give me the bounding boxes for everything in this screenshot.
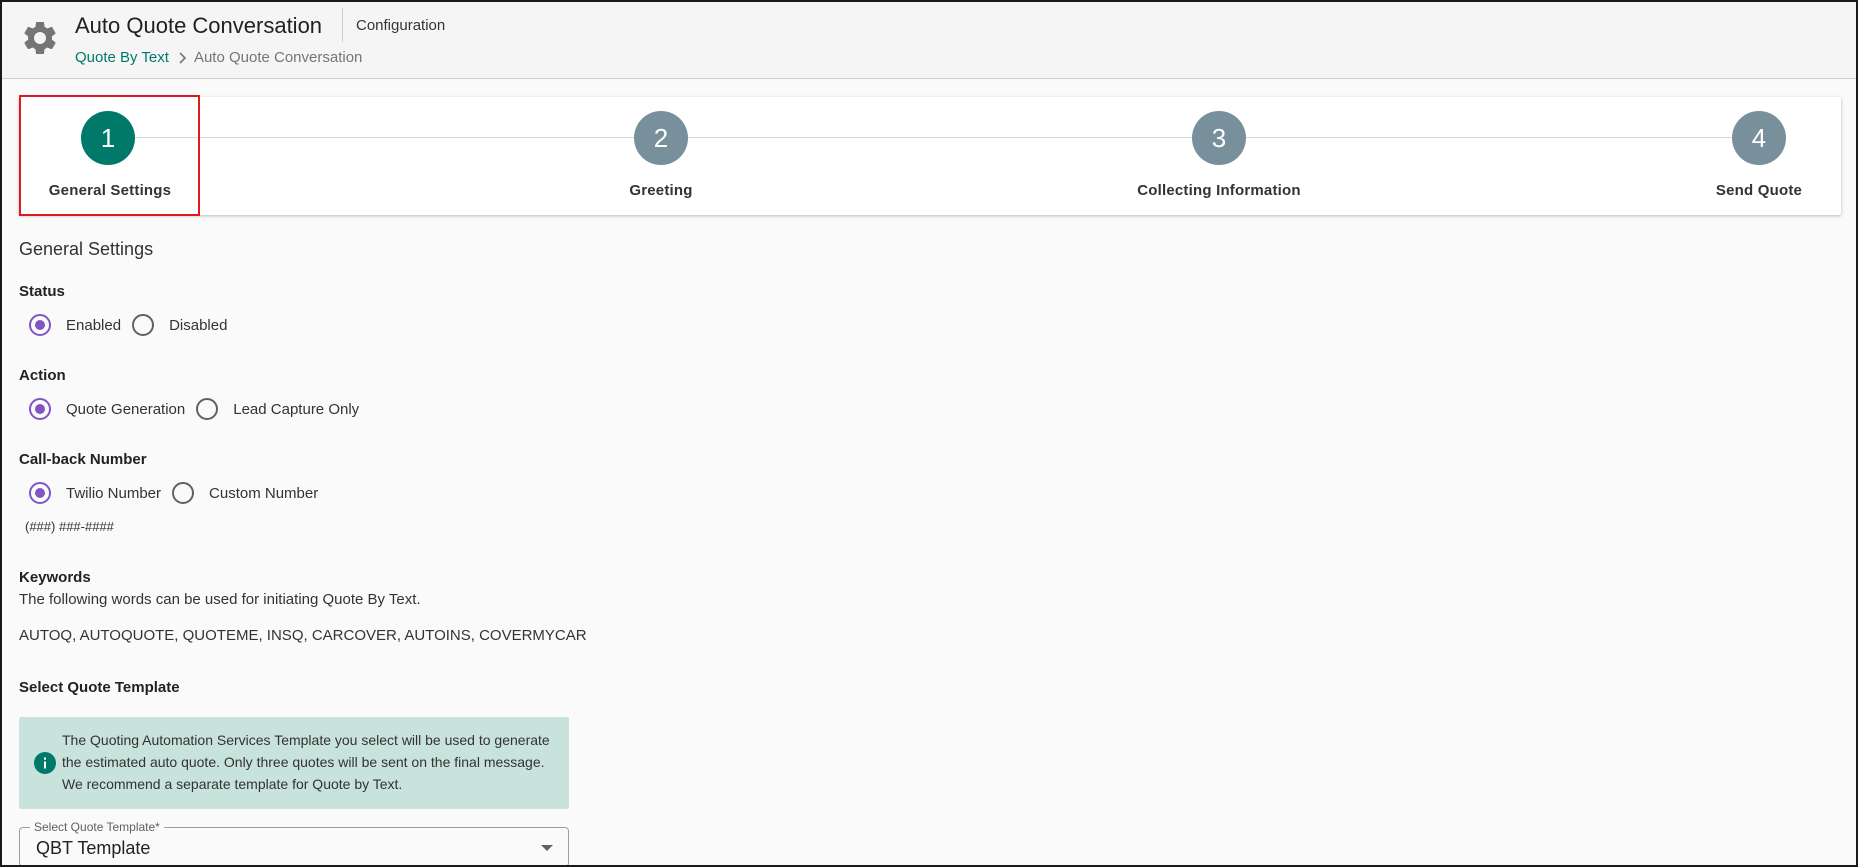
active-step-highlight — [19, 95, 200, 216]
chevron-right-icon — [179, 52, 187, 64]
action-quote-generation-radio[interactable] — [29, 398, 51, 420]
app-window: Auto Quote Conversation Configuration Qu… — [0, 0, 1858, 867]
action-quote-generation-label[interactable]: Quote Generation — [66, 401, 185, 418]
select-template-label: Select Quote Template — [19, 679, 180, 696]
caret-down-icon[interactable] — [540, 843, 554, 853]
step-greeting[interactable]: 2 Greeting — [551, 97, 771, 215]
quote-template-select-value: QBT Template — [36, 838, 151, 858]
status-label: Status — [19, 283, 65, 300]
breadcrumb-link-quote-by-text[interactable]: Quote By Text — [75, 49, 169, 67]
action-lead-capture-label[interactable]: Lead Capture Only — [233, 401, 359, 418]
section-label: Configuration — [356, 17, 446, 34]
template-info-text: The Quoting Automation Services Template… — [62, 732, 550, 792]
step-label: Send Quote — [1715, 182, 1803, 199]
callback-number-label: Call-back Number — [19, 451, 147, 468]
status-disabled-radio[interactable] — [132, 314, 155, 336]
title-divider — [342, 8, 343, 42]
step-label: Collecting Information — [1137, 182, 1301, 199]
step-send-quote[interactable]: 4 Send Quote — [1679, 97, 1839, 215]
quote-template-select[interactable]: Select Quote Template* QBT Template — [19, 820, 569, 865]
keywords-label: Keywords — [19, 569, 91, 586]
callback-custom-radio[interactable] — [172, 482, 195, 504]
breadcrumb-current: Auto Quote Conversation — [193, 49, 363, 66]
callback-phone-number: (###) ###-#### — [25, 519, 114, 534]
action-radio-group: Quote Generation Lead Capture Only — [29, 397, 370, 421]
stepper: 1 General Settings 2 Greeting 3 Collecti… — [19, 97, 1841, 215]
step-label: Greeting — [629, 182, 693, 199]
action-lead-capture-radio[interactable] — [196, 398, 219, 420]
gear-icon — [24, 21, 56, 54]
callback-twilio-label[interactable]: Twilio Number — [66, 485, 161, 502]
template-info-box: The Quoting Automation Services Template… — [19, 717, 569, 809]
info-icon — [34, 752, 56, 774]
stepper-connector — [107, 137, 1769, 138]
status-disabled-label[interactable]: Disabled — [169, 317, 227, 334]
section-title: General Settings — [19, 239, 154, 259]
step-collecting-information[interactable]: 3 Collecting Information — [1089, 97, 1349, 215]
callback-radio-group: Twilio Number Custom Number — [29, 481, 329, 505]
step-number: 4 — [1732, 111, 1786, 165]
status-enabled-label[interactable]: Enabled — [66, 317, 121, 334]
status-radio-group: Enabled Disabled — [29, 313, 238, 337]
callback-twilio-radio[interactable] — [29, 482, 51, 504]
keywords-description: The following words can be used for init… — [19, 591, 421, 608]
step-number: 3 — [1192, 111, 1246, 165]
keywords-list: AUTOQ, AUTOQUOTE, QUOTEME, INSQ, CARCOVE… — [19, 627, 587, 644]
breadcrumb: Quote By Text Auto Quote Conversation — [75, 49, 362, 67]
status-enabled-radio[interactable] — [29, 314, 51, 336]
action-label: Action — [19, 367, 66, 384]
page-header: Auto Quote Conversation Configuration Qu… — [2, 2, 1856, 79]
step-number: 2 — [634, 111, 688, 165]
callback-custom-label[interactable]: Custom Number — [209, 485, 318, 502]
quote-template-select-label: Select Quote Template* — [30, 820, 164, 834]
page-title: Auto Quote Conversation — [75, 13, 323, 38]
